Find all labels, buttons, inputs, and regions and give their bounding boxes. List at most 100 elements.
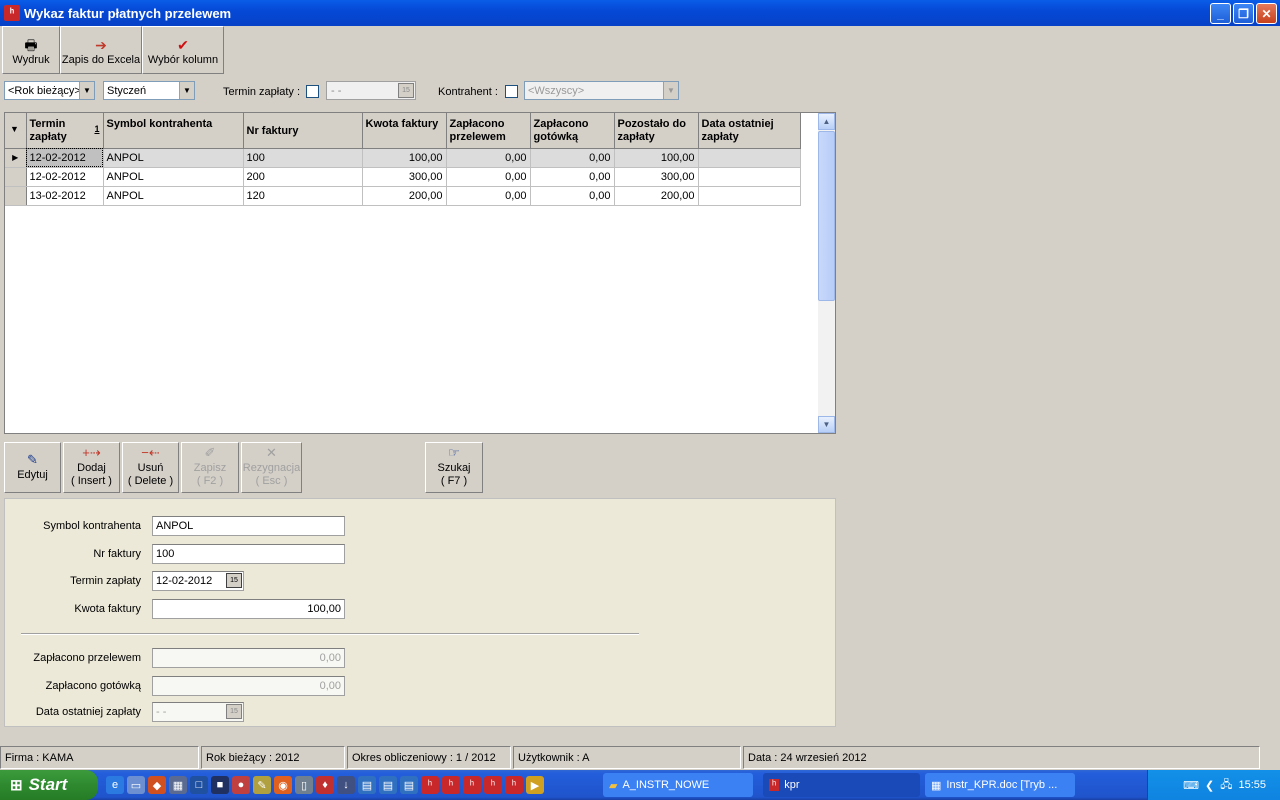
column-header-remaining[interactable]: Pozostało do zapłaty [614, 113, 699, 149]
app-icon[interactable]: ʰ [463, 776, 481, 794]
column-header-paid-cash[interactable]: Zapłacono gotówką [530, 113, 615, 149]
keyboard-icon[interactable]: ⌨ [1183, 779, 1199, 792]
cell-paid-transfer[interactable]: 0,00 [446, 167, 531, 187]
column-header-amount[interactable]: Kwota faktury [362, 113, 447, 149]
cell-symbol[interactable]: ANPOL [103, 186, 244, 206]
download-icon[interactable]: ↓ [337, 776, 355, 794]
column-header-last-payment[interactable]: Data ostatniej zapłaty [698, 113, 801, 149]
paid-transfer-value: 0,00 [319, 652, 341, 664]
pdf-icon[interactable]: ♦ [316, 776, 334, 794]
app-icon[interactable]: ʰ [484, 776, 502, 794]
column-header-due-label: Termin zapłaty [29, 118, 67, 143]
explorer-icon[interactable]: ▤ [400, 776, 418, 794]
row-selector-header[interactable]: ▼ [5, 113, 27, 149]
window-icon[interactable]: □ [190, 776, 208, 794]
invoice-grid[interactable]: ▼ Termin zapłaty 1 Symbol kontrahenta Nr… [4, 112, 836, 434]
cell-last-payment[interactable] [698, 148, 801, 168]
invoice-field-label: Nr faktury [93, 548, 141, 560]
media-icon[interactable]: ▶ [526, 776, 544, 794]
cell-remaining[interactable]: 100,00 [614, 148, 699, 168]
cell-invoice[interactable]: 200 [243, 167, 363, 187]
due-date-field[interactable]: 12-02-2012 15 [152, 571, 244, 591]
delete-button[interactable]: −⇠ Usuń ( Delete ) [122, 442, 179, 493]
add-button[interactable]: +⇢ Dodaj ( Insert ) [63, 442, 120, 493]
row-selector[interactable] [5, 186, 27, 206]
explorer-icon[interactable]: ▤ [379, 776, 397, 794]
due-filter-checkbox[interactable] [306, 85, 319, 98]
table-row[interactable]: ▶ 12-02-2012 ANPOL 100 100,00 0,00 0,00 … [5, 148, 801, 168]
network-icon[interactable]: 🖧 [1220, 776, 1232, 795]
close-button[interactable]: ✕ [1256, 3, 1277, 24]
cell-invoice[interactable]: 100 [243, 148, 363, 168]
start-button[interactable]: ⊞ Start [0, 770, 98, 800]
app-icon[interactable]: ʰ [505, 776, 523, 794]
desktop-icon[interactable]: ▭ [127, 776, 145, 794]
scroll-down-icon[interactable]: ▼ [818, 416, 835, 433]
cell-remaining[interactable]: 200,00 [614, 186, 699, 206]
column-header-paid-transfer[interactable]: Zapłacono przelewem [446, 113, 531, 149]
search-button[interactable]: ☞ Szukaj ( F7 ) [425, 442, 483, 493]
save-shortcut: ( F2 ) [196, 475, 224, 487]
chevron-down-icon[interactable]: ▼ [79, 82, 94, 99]
terminal-icon[interactable]: ■ [211, 776, 229, 794]
table-row[interactable]: 13-02-2012 ANPOL 120 200,00 0,00 0,00 20… [5, 186, 801, 206]
cell-due[interactable]: 12-02-2012 [26, 167, 104, 187]
explorer-icon[interactable]: ▤ [358, 776, 376, 794]
cell-paid-cash[interactable]: 0,00 [530, 186, 615, 206]
scroll-up-icon[interactable]: ▲ [818, 113, 835, 130]
invoice-number-field[interactable]: 100 [152, 544, 345, 564]
column-header-due[interactable]: Termin zapłaty 1 [26, 113, 104, 149]
doc-icon[interactable]: ▯ [295, 776, 313, 794]
tool-icon[interactable]: ✎ [253, 776, 271, 794]
cell-remaining[interactable]: 300,00 [614, 167, 699, 187]
print-button[interactable]: 🖶 Wydruk [2, 26, 60, 74]
invoice-number-value: 100 [156, 548, 175, 560]
amount-field[interactable]: 100,00 [152, 599, 345, 619]
taskbar-item-active[interactable]: ʰ kpr [763, 773, 920, 797]
edit-button[interactable]: ✎ Edytuj [4, 442, 61, 493]
cell-invoice[interactable]: 120 [243, 186, 363, 206]
restore-button[interactable]: ❐ [1233, 3, 1254, 24]
cell-paid-transfer[interactable]: 0,00 [446, 148, 531, 168]
cell-last-payment[interactable] [698, 167, 801, 187]
app-icon[interactable]: ʰ [442, 776, 460, 794]
year-select[interactable]: <Rok bieżący> ▼ [4, 81, 95, 100]
cell-due[interactable]: 13-02-2012 [26, 186, 104, 206]
row-selector[interactable] [5, 167, 27, 187]
cell-paid-cash[interactable]: 0,00 [530, 167, 615, 187]
symbol-field[interactable]: ANPOL [152, 516, 345, 536]
ie-icon[interactable]: e [106, 776, 124, 794]
chevron-left-icon[interactable]: ❮ [1205, 779, 1214, 792]
firefox-icon[interactable]: ◉ [274, 776, 292, 794]
cell-paid-cash[interactable]: 0,00 [530, 148, 615, 168]
vertical-scrollbar[interactable]: ▲ ▼ [818, 113, 835, 433]
cell-paid-transfer[interactable]: 0,00 [446, 186, 531, 206]
cell-due[interactable]: 12-02-2012 [26, 148, 104, 168]
calendar-app-icon[interactable]: ▦ [169, 776, 187, 794]
cell-amount[interactable]: 100,00 [362, 148, 447, 168]
cell-amount[interactable]: 300,00 [362, 167, 447, 187]
app-icon[interactable]: ◆ [148, 776, 166, 794]
calendar-icon[interactable]: 15 [226, 573, 242, 588]
globe-icon[interactable]: ● [232, 776, 250, 794]
minimize-button[interactable]: _ [1210, 3, 1231, 24]
table-row[interactable]: 12-02-2012 ANPOL 200 300,00 0,00 0,00 30… [5, 167, 801, 187]
column-header-symbol[interactable]: Symbol kontrahenta [103, 113, 244, 149]
column-header-invoice[interactable]: Nr faktury [243, 113, 363, 149]
contractor-filter-checkbox[interactable] [505, 85, 518, 98]
cell-amount[interactable]: 200,00 [362, 186, 447, 206]
title-bar[interactable]: ʰ Wykaz faktur płatnych przelewem _ ❐ ✕ [0, 0, 1280, 26]
taskbar-item[interactable]: ▰ A_INSTR_NOWE [603, 773, 753, 797]
excel-export-button[interactable]: ➔ Zapis do Excela [60, 26, 142, 74]
column-choice-button[interactable]: ✔ Wybór kolumn [142, 26, 224, 74]
chevron-down-icon[interactable]: ▼ [179, 82, 194, 99]
scroll-thumb[interactable] [818, 131, 835, 301]
clock[interactable]: 15:55 [1238, 779, 1266, 791]
month-select[interactable]: Styczeń ▼ [103, 81, 195, 100]
cell-symbol[interactable]: ANPOL [103, 167, 244, 187]
app-icon[interactable]: ʰ [421, 776, 439, 794]
cell-last-payment[interactable] [698, 186, 801, 206]
printer-icon: 🖶 [24, 37, 38, 53]
cell-symbol[interactable]: ANPOL [103, 148, 244, 168]
taskbar-item[interactable]: ▦ Instr_KPR.doc [Tryb ... [925, 773, 1075, 797]
